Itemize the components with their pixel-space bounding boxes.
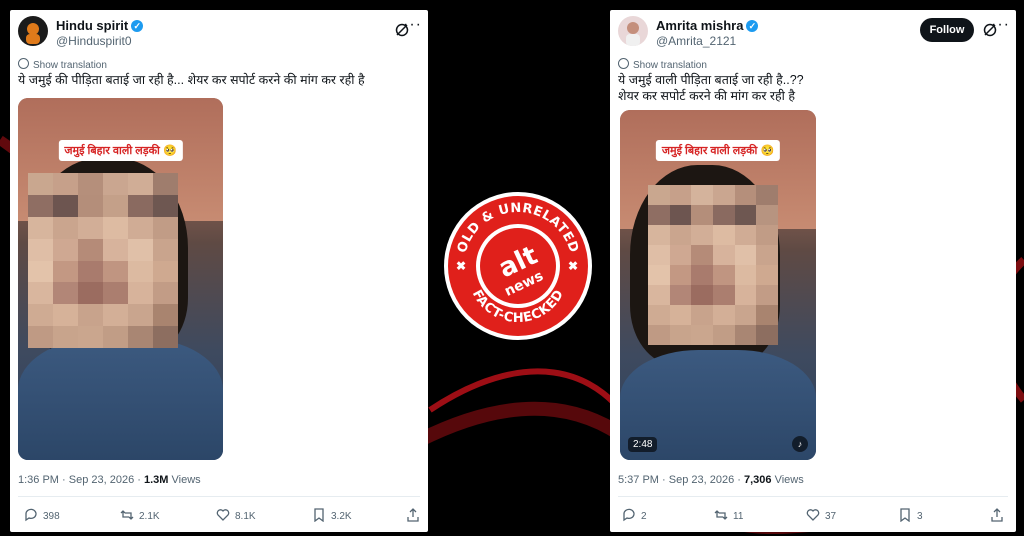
tweet-meta: 5:37 PM · Sep 23, 2026 · 7,306 Views [618,474,804,486]
tweet-actions: 398 2.1K 8.1K 3.2K [18,508,420,526]
x-mark-icon: ✖ [456,259,466,273]
tweet-text-line: ये जमुई वाली पीड़िता बताई जा रही है..?? [618,73,804,87]
repost-count: 11 [733,511,744,522]
display-name[interactable]: Hindu spirit ✓ [56,18,144,33]
bookmark-icon [900,508,910,522]
views-label: Views [774,474,804,486]
like-button[interactable]: 8.1K [216,508,256,522]
tweet-text: ये जमुई वाली पीड़िता बताई जा रही है..?? … [618,72,804,104]
bookmark-count: 3.2K [331,511,352,522]
fact-check-badge: OLD & UNRELATED FACT-CHECKED ✖ ✖ alt new… [444,192,592,340]
video-caption: जमुई बिहार वाली लड़की 🥺 [655,140,781,161]
tweet-text-line: शेयर कर सपोर्ट करने की मांग कर रही है [618,89,796,103]
like-button[interactable]: 37 [806,508,836,522]
heart-icon [806,509,820,521]
display-name-text: Hindu spirit [56,18,129,33]
video-duration: 2:48 [628,437,658,452]
views-count: 1.3M [143,474,169,486]
tweet-time[interactable]: 1:36 PM · Sep 23, 2026 · [18,474,141,486]
reply-icon [25,508,37,522]
user-handle[interactable]: @Amrita_2121 [656,34,736,48]
like-count: 37 [825,511,837,522]
avatar[interactable] [18,16,48,46]
show-translation-label: Show translation [33,60,107,71]
share-icon [991,508,1003,522]
heart-icon [216,509,230,521]
repost-icon [120,510,134,520]
tweet-text: ये जमुई की पीड़िता बताई जा रही है... शेय… [18,73,365,87]
display-name[interactable]: Amrita mishra ✓ [656,18,759,33]
repost-button[interactable]: 11 [714,508,743,522]
tweet-card-right: Amrita mishra ✓ @Amrita_2121 Follow ··· S… [610,10,1016,532]
divider [618,496,1008,497]
pixelated-face [648,185,778,345]
display-name-text: Amrita mishra [656,18,744,33]
views-count: 7,306 [743,474,772,486]
bookmark-count: 3 [917,511,923,522]
share-icon [407,508,419,522]
share-button[interactable] [990,508,1009,522]
show-translation-label: Show translation [633,60,707,71]
tweet-actions: 2 11 37 3 [618,508,1008,526]
reply-count: 2 [641,511,647,522]
show-translation-link[interactable]: Show translation [18,58,107,71]
globe-icon [618,58,629,69]
reply-button[interactable]: 398 [24,508,60,522]
jacket-shape [18,338,223,460]
reply-button[interactable]: 2 [622,508,647,522]
bookmark-button[interactable]: 3.2K [312,508,352,522]
reply-count: 398 [43,511,60,522]
video-thumbnail[interactable]: जमुई बिहार वाली लड़की 🥺 2:48 ♪ [620,110,816,460]
video-thumbnail[interactable]: जमुई बिहार वाली लड़की 🥺 [18,98,223,460]
verified-icon: ✓ [131,20,144,32]
follow-button[interactable]: Follow [920,18,974,42]
bookmark-icon [314,508,324,522]
views-label: Views [171,474,201,486]
tweet-header: Amrita mishra ✓ @Amrita_2121 Follow ··· [618,16,1010,52]
verified-icon: ✓ [746,20,759,32]
bookmark-button[interactable]: 3 [898,508,923,522]
share-button[interactable] [406,508,425,522]
tweet-meta: 1:36 PM · Sep 23, 2026 · 1.3M Views [18,474,201,486]
like-count: 8.1K [235,511,256,522]
repost-button[interactable]: 2.1K [120,508,160,522]
repost-icon [714,510,728,520]
tweet-header: Hindu spirit ✓ @Hinduspirit0 ··· [18,16,422,52]
more-options-icon[interactable]: ··· [403,16,422,34]
x-mark-icon: ✖ [568,259,578,273]
repost-count: 2.1K [139,511,160,522]
user-handle[interactable]: @Hinduspirit0 [56,34,132,48]
more-options-icon[interactable]: ··· [991,16,1010,34]
reply-icon [623,508,635,522]
globe-icon [18,58,29,69]
tweet-time[interactable]: 5:37 PM · Sep 23, 2026 · [618,474,741,486]
avatar[interactable] [618,16,648,46]
pixelated-face [28,173,178,348]
video-caption: जमुई बिहार वाली लड़की 🥺 [58,140,183,161]
show-translation-link[interactable]: Show translation [618,58,707,71]
divider [18,496,420,497]
tweet-card-left: Hindu spirit ✓ @Hinduspirit0 ··· Show tra… [10,10,428,532]
mute-icon[interactable]: ♪ [792,436,808,452]
